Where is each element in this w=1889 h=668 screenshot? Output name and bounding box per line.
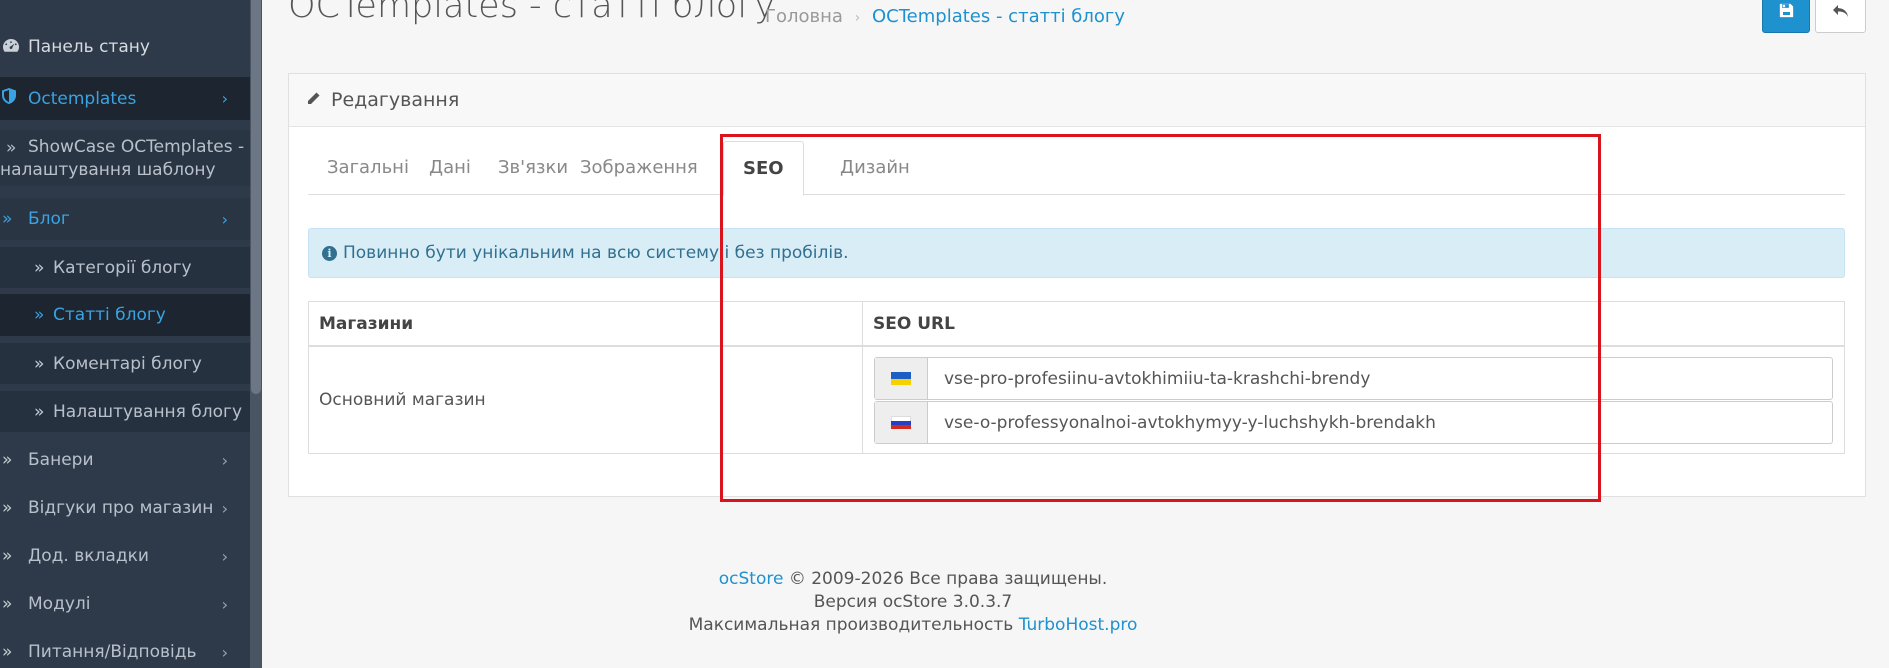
double-chevron-right-icon: » [34, 401, 45, 422]
highlight-annotation-box [720, 134, 1601, 502]
sidebar-item-label: Статті блогу [53, 305, 166, 325]
sidebar-item-label: Модулі [28, 594, 91, 614]
sidebar-item-label: Банери [28, 450, 94, 470]
sidebar-item-label: Коментарі блогу [53, 353, 202, 374]
sidebar-item-label: Відгуки про магазин [28, 498, 214, 518]
footer-copyright-text: © 2009-2026 Все права защищены. [788, 569, 1108, 589]
sidebar-item-label: Octemplates [28, 88, 137, 109]
breadcrumb-current[interactable]: OCTemplates - статті блогу [872, 6, 1125, 27]
double-chevron-right-icon: » [2, 450, 13, 470]
sidebar-item-label: Блог [28, 209, 70, 229]
sidebar-item-banners[interactable]: » Банери › [0, 439, 250, 481]
chevron-right-icon: › [221, 546, 228, 566]
sidebar-item-showcase[interactable]: » ShowCase OCTemplates - налаштування ша… [0, 130, 250, 186]
footer-version: Версия ocStore 3.0.3.7 [813, 592, 1013, 612]
footer-line-hosting: Максимальная производительность TurboHos… [262, 614, 1564, 637]
double-chevron-right-icon: » [34, 305, 45, 325]
double-chevron-right-icon: » [34, 353, 45, 374]
sidebar-item-store-reviews[interactable]: » Відгуки про магазин › [0, 487, 250, 529]
save-icon [1779, 3, 1794, 23]
reply-icon [1832, 3, 1849, 23]
footer-ocstore-link[interactable]: ocStore [719, 569, 784, 589]
sidebar-item-blog-categories[interactable]: » Категорії блогу [0, 247, 250, 288]
back-button[interactable] [1815, 0, 1866, 33]
footer-line-copyright: ocStore © 2009-2026 Все права защищены. [262, 568, 1564, 591]
panel-heading: Редагування [289, 74, 1865, 127]
sidebar-item-label: ShowCase OCTemplates - [28, 137, 245, 157]
sidebar-item-extra-tabs[interactable]: » Дод. вкладки › [0, 535, 250, 577]
footer-hosting-text: Максимальная производительность [688, 615, 1014, 635]
footer-turbohost-link[interactable]: TurboHost.pro [1019, 615, 1138, 635]
sidebar-scrollbar-thumb[interactable] [251, 0, 261, 394]
info-circle-icon: i [322, 245, 337, 261]
double-chevron-right-icon: » [2, 642, 13, 662]
breadcrumb-separator: › [854, 10, 861, 26]
chevron-right-icon: › [221, 594, 228, 614]
tab-data[interactable]: Дані [410, 141, 490, 195]
breadcrumb-home[interactable]: Головна [765, 6, 843, 27]
sidebar-item-dashboard[interactable]: Панель стану [0, 26, 250, 68]
double-chevron-right-icon: » [2, 498, 13, 518]
tab-images[interactable]: Зображення [561, 141, 717, 195]
sidebar-item-blog-articles[interactable]: » Статті блогу [0, 294, 250, 336]
sidebar-item-label: Налаштування блогу [53, 401, 243, 422]
sidebar-item-blog-settings[interactable]: » Налаштування блогу [0, 391, 250, 432]
sidebar: Панель стану Octemplates › » ShowCase OC… [0, 0, 262, 668]
shield-icon [0, 88, 28, 109]
sidebar-item-faq[interactable]: » Питання/Відповідь › [0, 631, 250, 668]
double-chevron-right-icon: » [2, 594, 13, 614]
breadcrumb: Головна › OCTemplates - статті блогу [765, 6, 1125, 27]
sidebar-item-label-line2: налаштування шаблону [0, 160, 216, 180]
chevron-right-icon: › [221, 450, 228, 470]
double-chevron-right-icon: » [2, 546, 13, 566]
chevron-right-icon: › [221, 89, 228, 108]
double-chevron-right-icon: » [34, 257, 45, 278]
chevron-right-icon: › [221, 209, 228, 229]
sidebar-item-modules[interactable]: » Модулі › [0, 583, 250, 625]
double-chevron-right-icon: » [2, 209, 13, 229]
sidebar-item-top-partial [0, 0, 250, 21]
sidebar-item-label: Питання/Відповідь [28, 642, 197, 662]
sidebar-item-label: Панель стану [28, 37, 150, 57]
chevron-right-icon: › [221, 498, 228, 518]
sidebar-item-label: Дод. вкладки [28, 546, 149, 566]
sidebar-item-octemplates[interactable]: Octemplates › [0, 77, 250, 120]
page-title: OCTemplates - статті блогу [288, 0, 776, 26]
dashboard-icon [0, 37, 28, 58]
chevron-right-icon: › [221, 642, 228, 662]
pencil-icon [306, 89, 321, 111]
sidebar-item-blog[interactable]: » Блог › [0, 198, 250, 240]
save-button[interactable] [1762, 0, 1810, 33]
sidebar-item-blog-comments[interactable]: » Коментарі блогу [0, 343, 250, 384]
sidebar-item-label: Категорії блогу [53, 257, 192, 278]
panel-heading-title: Редагування [331, 89, 460, 111]
footer: ocStore © 2009-2026 Все права защищены. … [262, 568, 1564, 637]
